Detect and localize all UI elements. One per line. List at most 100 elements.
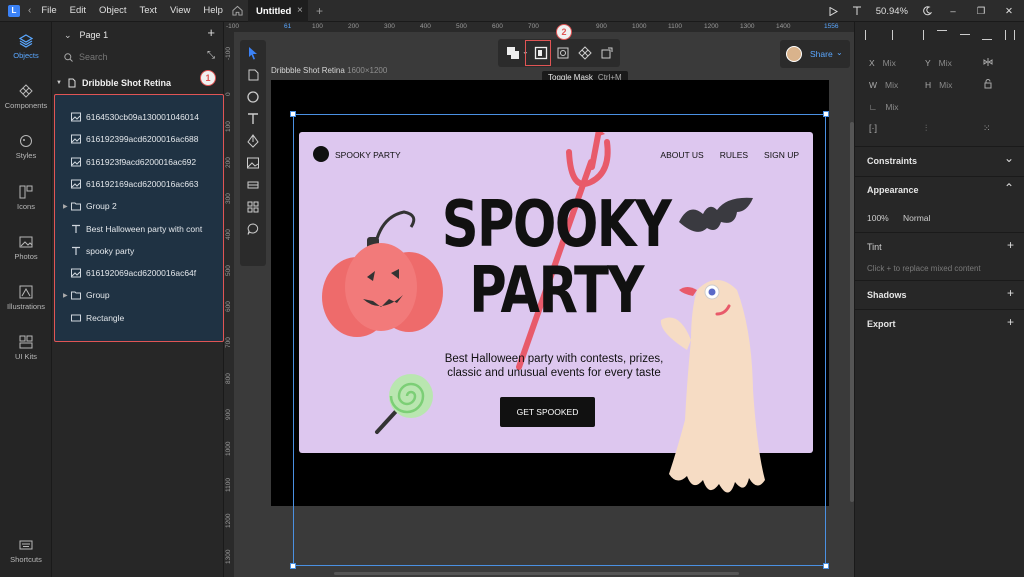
add-export-button[interactable]: + bbox=[1007, 315, 1014, 329]
image-tool-icon[interactable] bbox=[246, 156, 260, 170]
photos-icon bbox=[19, 236, 33, 248]
resize-handle-se[interactable] bbox=[823, 563, 829, 569]
add-page-button[interactable]: + bbox=[207, 25, 215, 40]
ellipse-tool-icon[interactable] bbox=[246, 90, 260, 104]
layer-item[interactable]: 616192399acd6200016ac688 bbox=[55, 129, 221, 149]
h-field[interactable]: H Mix bbox=[925, 80, 952, 90]
appearance-section[interactable]: Appearance bbox=[867, 185, 919, 195]
opacity-value[interactable]: 100% bbox=[867, 213, 889, 223]
resize-icon[interactable]: [·] bbox=[869, 123, 877, 133]
rail-styles[interactable]: Styles bbox=[0, 134, 52, 160]
menu-view[interactable]: View bbox=[170, 5, 190, 16]
page-selector[interactable]: ⌄ Page 1 bbox=[52, 26, 224, 44]
constraints-section[interactable]: Constraints bbox=[867, 156, 917, 166]
comment-tool-icon[interactable] bbox=[246, 222, 260, 236]
expand-arrow-icon[interactable]: ▶ bbox=[63, 292, 71, 299]
annotation-badge-1: 1 bbox=[200, 70, 216, 86]
align-center-h-icon[interactable] bbox=[891, 30, 902, 40]
toggle-mask-highlight bbox=[525, 40, 551, 66]
frame-tool-icon[interactable] bbox=[246, 68, 260, 82]
detach-icon[interactable] bbox=[600, 46, 614, 60]
flip-icon[interactable] bbox=[983, 57, 993, 67]
rail-illustrations[interactable]: Illustrations bbox=[0, 285, 52, 311]
layer-item[interactable]: 616192069acd6200016ac64f bbox=[55, 263, 221, 283]
align-right-icon[interactable] bbox=[914, 30, 925, 40]
rail-ui-kits[interactable]: UI Kits bbox=[0, 335, 52, 361]
add-shadow-button[interactable]: + bbox=[1007, 286, 1014, 300]
play-icon[interactable] bbox=[829, 6, 838, 16]
grid-icon[interactable]: ⁙ bbox=[983, 123, 991, 134]
text-tool-icon[interactable] bbox=[246, 112, 260, 126]
layer-item[interactable]: spooky party bbox=[55, 241, 221, 261]
distribute-icon[interactable] bbox=[1004, 30, 1015, 40]
component-icon[interactable] bbox=[578, 46, 592, 60]
expand-arrow-icon[interactable]: ▼ bbox=[56, 80, 62, 86]
horizontal-scrollbar[interactable] bbox=[334, 572, 739, 575]
collapse-all-icon[interactable]: ⤡ bbox=[207, 50, 215, 61]
chevron-down-icon[interactable]: ⌄ bbox=[1004, 151, 1014, 165]
rail-photos[interactable]: Photos bbox=[0, 235, 52, 261]
y-field[interactable]: Y Mix bbox=[925, 58, 952, 68]
select-tool-icon[interactable] bbox=[246, 46, 260, 60]
lock-ratio-icon[interactable] bbox=[983, 79, 993, 89]
menu-file[interactable]: File bbox=[41, 5, 56, 16]
artboard-layer[interactable]: ▼ Dribbble Shot Retina bbox=[52, 74, 224, 92]
moon-icon[interactable] bbox=[922, 6, 932, 16]
back-chevron-icon[interactable]: ‹ bbox=[28, 5, 31, 16]
rail-icons[interactable]: Icons bbox=[0, 185, 52, 211]
maximize-icon[interactable]: ❐ bbox=[974, 6, 988, 17]
align-bottom-icon[interactable] bbox=[982, 30, 993, 40]
resize-handle-sw[interactable] bbox=[290, 563, 296, 569]
app-logo-icon[interactable]: L bbox=[8, 4, 20, 17]
boolean-icon[interactable] bbox=[506, 46, 520, 60]
align-center-v-icon[interactable] bbox=[959, 34, 970, 44]
layer-item[interactable]: 616192169acd6200016ac663 bbox=[55, 174, 221, 194]
x-field[interactable]: X Mix bbox=[869, 58, 896, 68]
layer-search[interactable]: Search bbox=[60, 48, 220, 66]
layer-item[interactable]: Rectangle bbox=[55, 308, 221, 328]
align-left-icon[interactable] bbox=[865, 30, 875, 40]
layer-item[interactable]: Best Halloween party with cont bbox=[55, 219, 221, 239]
icons-icon bbox=[19, 185, 33, 199]
keyboard-icon bbox=[19, 540, 33, 550]
spacing-icon[interactable]: ⫶ bbox=[925, 123, 927, 134]
layer-item[interactable]: ▶ Group 2 bbox=[55, 196, 221, 216]
chevron-up-icon[interactable]: ⌃ bbox=[1004, 181, 1014, 195]
export-section: Export bbox=[867, 319, 896, 329]
w-field[interactable]: W Mix bbox=[869, 80, 898, 90]
rail-objects[interactable]: Objects bbox=[0, 34, 52, 60]
canvas[interactable]: -100 61 100 200 300 400 500 600 700 900 1000 1100 12… bbox=[224, 22, 854, 577]
menu-text[interactable]: Text bbox=[140, 5, 157, 16]
present-icon[interactable] bbox=[852, 6, 862, 16]
close-tab-icon[interactable]: × bbox=[297, 5, 303, 16]
align-top-icon[interactable] bbox=[936, 30, 947, 40]
rail-shortcuts[interactable]: Shortcuts bbox=[0, 538, 52, 564]
rail-components[interactable]: Components bbox=[0, 84, 52, 110]
pen-tool-icon[interactable] bbox=[246, 134, 260, 148]
resize-handle-nw[interactable] bbox=[290, 111, 296, 117]
resize-handle-ne[interactable] bbox=[823, 111, 829, 117]
home-icon[interactable] bbox=[232, 5, 243, 16]
text-layer-icon bbox=[72, 224, 80, 233]
share-button[interactable]: Share ⌄ bbox=[780, 40, 850, 68]
menu-help[interactable]: Help bbox=[203, 5, 223, 16]
add-tab-button[interactable]: + bbox=[316, 4, 323, 18]
tab-title: Untitled bbox=[256, 5, 292, 17]
grid-tool-icon[interactable] bbox=[246, 200, 260, 214]
layer-item[interactable]: ▶ Group bbox=[55, 285, 221, 305]
crop-icon[interactable] bbox=[556, 46, 570, 60]
rectangle-tool-icon[interactable] bbox=[246, 178, 260, 192]
artboard-title[interactable]: Dribbble Shot Retina 1600×1200 bbox=[271, 66, 387, 75]
minimize-icon[interactable]: – bbox=[946, 6, 960, 17]
blend-mode[interactable]: Normal bbox=[903, 213, 930, 223]
layer-item[interactable]: 6161923f9acd6200016ac692 bbox=[55, 152, 221, 172]
layer-item[interactable]: 6164530cb09a130001046014 bbox=[55, 107, 221, 127]
menu-object[interactable]: Object bbox=[99, 5, 126, 16]
add-tint-button[interactable]: + bbox=[1007, 238, 1014, 252]
zoom-level[interactable]: 50.94% bbox=[876, 6, 908, 17]
expand-arrow-icon[interactable]: ▶ bbox=[63, 203, 71, 210]
avatar[interactable] bbox=[786, 46, 802, 62]
menu-edit[interactable]: Edit bbox=[70, 5, 86, 16]
rotation-field[interactable]: ∟ Mix bbox=[869, 102, 899, 112]
close-window-icon[interactable]: ✕ bbox=[1002, 6, 1016, 17]
